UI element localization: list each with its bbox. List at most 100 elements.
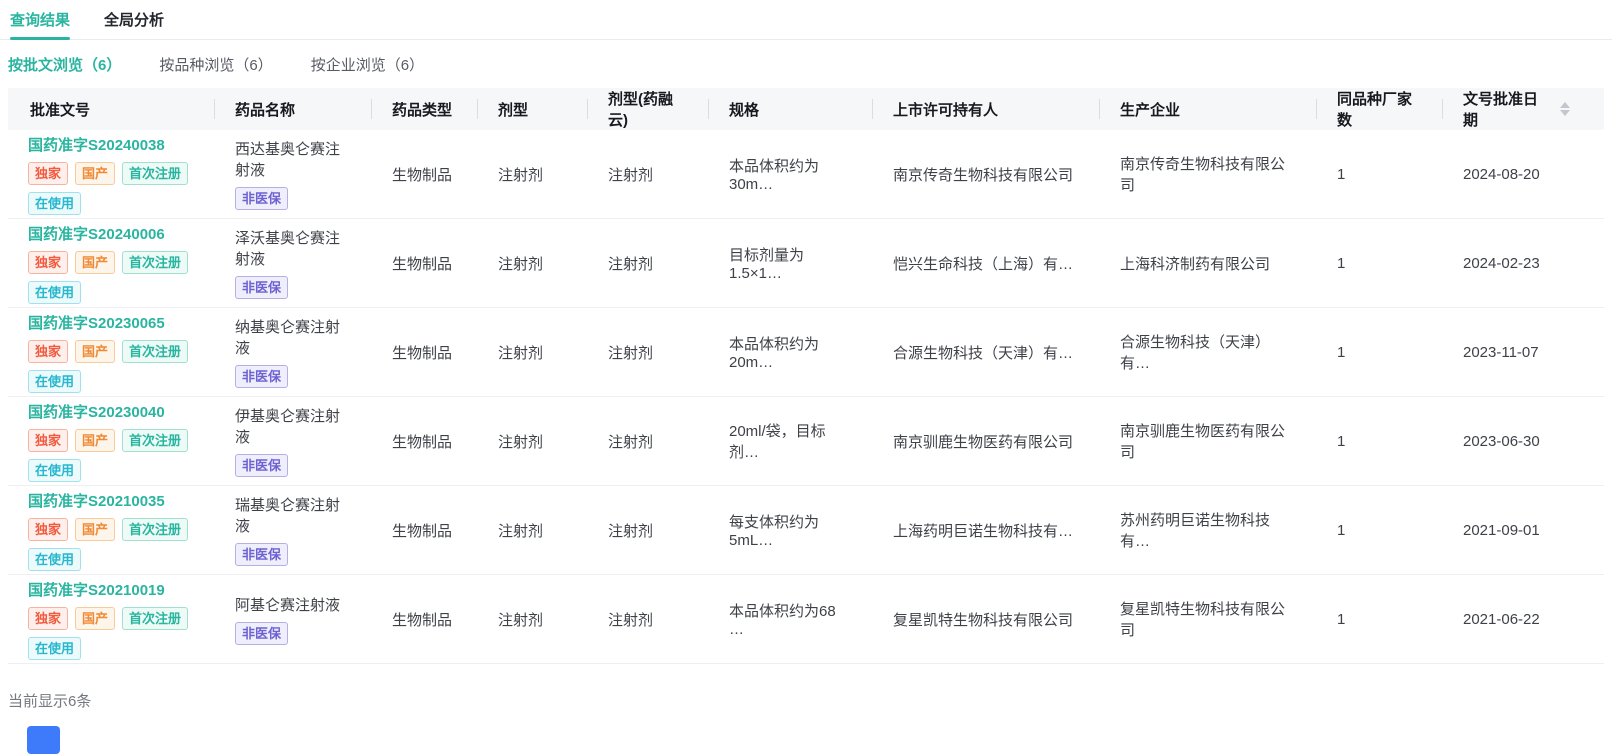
drug-type-cell: 生物制品 — [392, 433, 453, 451]
same-species-count-cell: 1 — [1337, 521, 1346, 539]
approval-no-link[interactable]: 国药准字S20210035 — [28, 490, 195, 511]
dosage-form-cell: 注射剂 — [498, 344, 544, 362]
non-medical-insurance-badge: 非医保 — [235, 187, 289, 210]
approval-no-link[interactable]: 国药准字S20230040 — [28, 401, 195, 422]
non-medical-insurance-badge: 非医保 — [235, 365, 289, 388]
approval-date-cell: 2024-02-23 — [1463, 254, 1540, 272]
drug-name-text: 泽沃基奥仑赛注射液 — [235, 230, 341, 268]
holder-cell: 复星凯特生物科技有限公司 — [893, 611, 1074, 629]
dosage-form-yry-cell: 注射剂 — [608, 166, 654, 184]
manufacturer-cell: 上海科济制药有限公司 — [1120, 255, 1271, 273]
dosage-form-yry-cell: 注射剂 — [608, 344, 654, 362]
approval-no-link[interactable]: 国药准字S20210019 — [28, 579, 195, 600]
exclusive-badge: 独家 — [28, 339, 69, 363]
sort-icon[interactable] — [1560, 102, 1570, 116]
dosage-form-yry-cell: 注射剂 — [608, 522, 654, 540]
drug-type-cell: 生物制品 — [392, 611, 453, 629]
tab-query-results[interactable]: 查询结果 — [10, 0, 71, 40]
drug-name-cell: 伊基奥仑赛注射液 非医保 — [215, 405, 372, 477]
same-species-count-cell: 1 — [1337, 254, 1346, 272]
header-dosage-form-yry: 剂型(药融云) — [588, 88, 709, 130]
exclusive-badge: 独家 — [28, 161, 69, 185]
drug-type-cell: 生物制品 — [392, 166, 453, 184]
approval-date-cell: 2021-06-22 — [1463, 610, 1540, 628]
dosage-form-cell: 注射剂 — [498, 522, 544, 540]
drug-name-text: 瑞基奥仑赛注射液 — [235, 497, 341, 535]
exclusive-badge: 独家 — [28, 517, 69, 541]
approval-badges: 独家 国产 首次注册 在使用 — [28, 606, 195, 660]
approval-badges: 独家 国产 首次注册 在使用 — [28, 339, 195, 393]
in-use-badge: 在使用 — [28, 636, 82, 660]
exclusive-badge: 独家 — [28, 606, 69, 630]
approval-no-link[interactable]: 国药准字S20230065 — [28, 312, 195, 333]
drug-name-cell: 阿基仑赛注射液 非医保 — [215, 594, 372, 645]
manufacturer-cell: 南京传奇生物科技有限公司 — [1120, 156, 1286, 194]
table-row: 国药准字S20240038 独家 国产 首次注册 在使用 西达基奥仑赛注射液 非医保 … — [8, 130, 1604, 219]
header-approval-date[interactable]: 文号批准日期 — [1443, 88, 1590, 130]
approval-no-cell: 国药准字S20240006 独家 国产 首次注册 在使用 — [8, 223, 215, 304]
manufacturer-cell: 南京驯鹿生物医药有限公司 — [1120, 423, 1286, 461]
drug-name-text: 阿基仑赛注射液 — [235, 596, 341, 614]
same-species-count-cell: 1 — [1337, 343, 1346, 361]
exclusive-badge: 独家 — [28, 250, 69, 274]
table-row: 国药准字S20210019 独家 国产 首次注册 在使用 阿基仑赛注射液 非医保 生物… — [8, 575, 1604, 664]
holder-cell: 南京驯鹿生物医药有限公司 — [893, 433, 1074, 451]
exclusive-badge: 独家 — [28, 428, 69, 452]
approval-badges: 独家 国产 首次注册 在使用 — [28, 161, 195, 215]
holder-cell: 南京传奇生物科技有限公司 — [893, 166, 1074, 184]
spec-cell: 每支体积约为5mL… — [729, 514, 820, 549]
approval-badges: 独家 国产 首次注册 在使用 — [28, 428, 195, 482]
non-medical-insurance-badge: 非医保 — [235, 276, 289, 299]
first-registration-badge: 首次注册 — [122, 517, 189, 541]
result-count-text: 当前显示6条 — [8, 693, 92, 710]
table-header: 批准文号 药品名称 药品类型 剂型 剂型(药融云) 规格 上市许可持有人 生产企… — [8, 88, 1604, 130]
first-registration-badge: 首次注册 — [122, 606, 189, 630]
drug-type-cell: 生物制品 — [392, 522, 453, 540]
approval-no-link[interactable]: 国药准字S20240038 — [28, 134, 195, 155]
drug-type-cell: 生物制品 — [392, 255, 453, 273]
header-spec: 规格 — [709, 88, 873, 130]
approval-badges: 独家 国产 首次注册 在使用 — [28, 250, 195, 304]
tab-global-analysis[interactable]: 全局分析 — [104, 0, 164, 39]
holder-cell: 合源生物科技（天津）有… — [893, 344, 1074, 362]
holder-cell: 恺兴生命科技（上海）有… — [893, 255, 1074, 273]
approval-date-cell: 2023-11-07 — [1463, 343, 1539, 361]
domestic-badge: 国产 — [75, 517, 116, 541]
approval-date-cell: 2021-09-01 — [1463, 521, 1540, 539]
spec-cell: 20ml/袋，目标剂… — [729, 423, 826, 461]
header-approval-no: 批准文号 — [8, 88, 215, 130]
in-use-badge: 在使用 — [28, 191, 82, 215]
dosage-form-yry-cell: 注射剂 — [608, 255, 654, 273]
non-medical-insurance-badge: 非医保 — [235, 621, 289, 645]
subtab-by-company[interactable]: 按企业浏览（6） — [311, 54, 424, 75]
drug-name-cell: 纳基奥仑赛注射液 非医保 — [215, 316, 372, 388]
holder-cell: 上海药明巨诺生物科技有… — [893, 522, 1074, 540]
subtab-by-approval[interactable]: 按批文浏览（6） — [8, 54, 121, 75]
domestic-badge: 国产 — [75, 339, 116, 363]
approval-no-cell: 国药准字S20240038 独家 国产 首次注册 在使用 — [8, 134, 215, 215]
caret-up-icon — [1560, 102, 1570, 108]
domestic-badge: 国产 — [75, 428, 116, 452]
same-species-count-cell: 1 — [1337, 432, 1346, 450]
dosage-form-cell: 注射剂 — [498, 255, 544, 273]
dosage-form-yry-cell: 注射剂 — [608, 611, 654, 629]
spec-cell: 目标剂量为1.5×1… — [729, 247, 805, 282]
domestic-badge: 国产 — [75, 161, 116, 185]
non-medical-insurance-badge: 非医保 — [235, 454, 289, 477]
pagination-page-button[interactable] — [27, 726, 60, 754]
drug-name-text: 纳基奥仑赛注射液 — [235, 319, 341, 357]
in-use-badge: 在使用 — [28, 547, 82, 571]
drug-type-cell: 生物制品 — [392, 344, 453, 362]
same-species-count-cell: 1 — [1337, 165, 1346, 183]
domestic-badge: 国产 — [75, 250, 116, 274]
manufacturer-cell: 合源生物科技（天津）有… — [1120, 334, 1271, 372]
drug-name-cell: 西达基奥仑赛注射液 非医保 — [215, 138, 372, 210]
header-manufacturer: 生产企业 — [1100, 88, 1317, 130]
spec-cell: 本品体积约为68 … — [729, 603, 836, 638]
dosage-form-cell: 注射剂 — [498, 166, 544, 184]
caret-down-icon — [1560, 110, 1570, 116]
subtab-by-species[interactable]: 按品种浏览（6） — [159, 54, 272, 75]
table-row: 国药准字S20230040 独家 国产 首次注册 在使用 伊基奥仑赛注射液 非医保 生… — [8, 397, 1604, 486]
approval-no-link[interactable]: 国药准字S20240006 — [28, 223, 195, 244]
dosage-form-cell: 注射剂 — [498, 433, 544, 451]
